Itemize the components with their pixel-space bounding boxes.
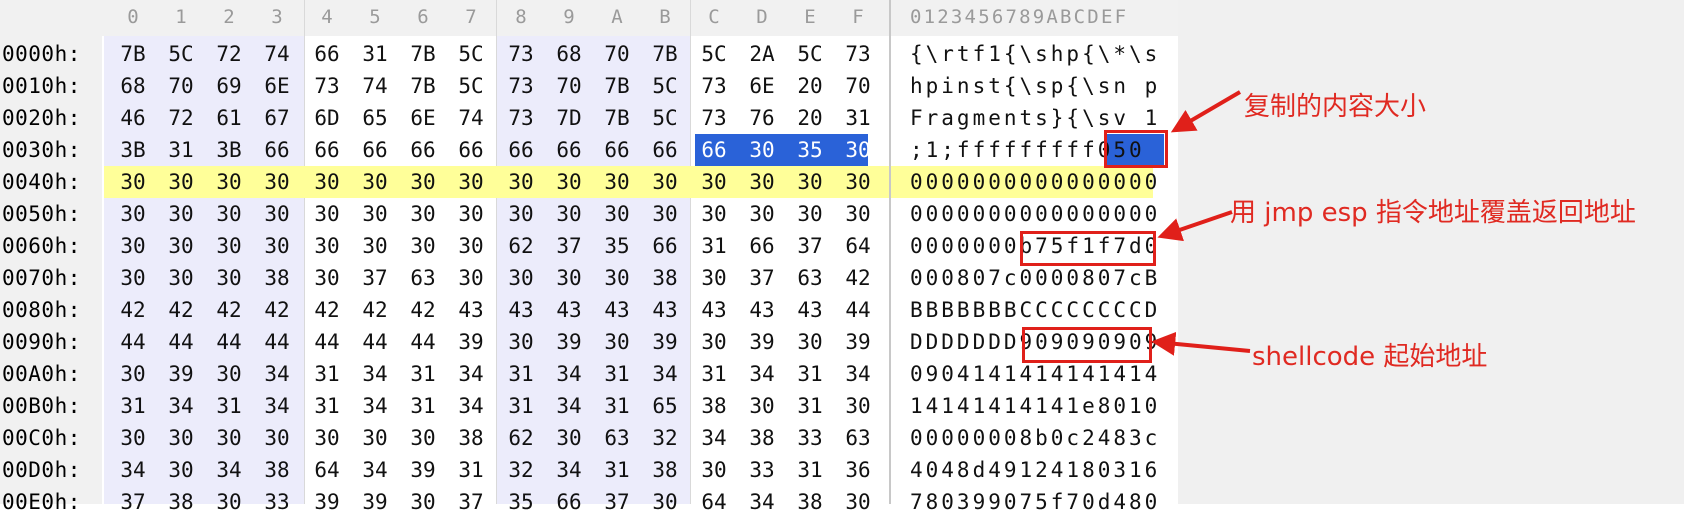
hex-editor-view: 0123456789ABCDEF 0123456789ABCDEF 0000h:… (0, 0, 1684, 514)
arrows (1151, 90, 1251, 356)
annotation-jmp-esp: 用 jmp esp 指令地址覆盖返回地址 (1230, 198, 1636, 228)
annotation-shellcode: shellcode 起始地址 (1252, 342, 1488, 372)
arrow-jmp-esp (1157, 210, 1233, 242)
arrow-copy-size (1170, 90, 1242, 133)
arrow-shellcode (1151, 331, 1251, 356)
annotation-copy-size: 复制的内容大小 (1244, 92, 1427, 122)
